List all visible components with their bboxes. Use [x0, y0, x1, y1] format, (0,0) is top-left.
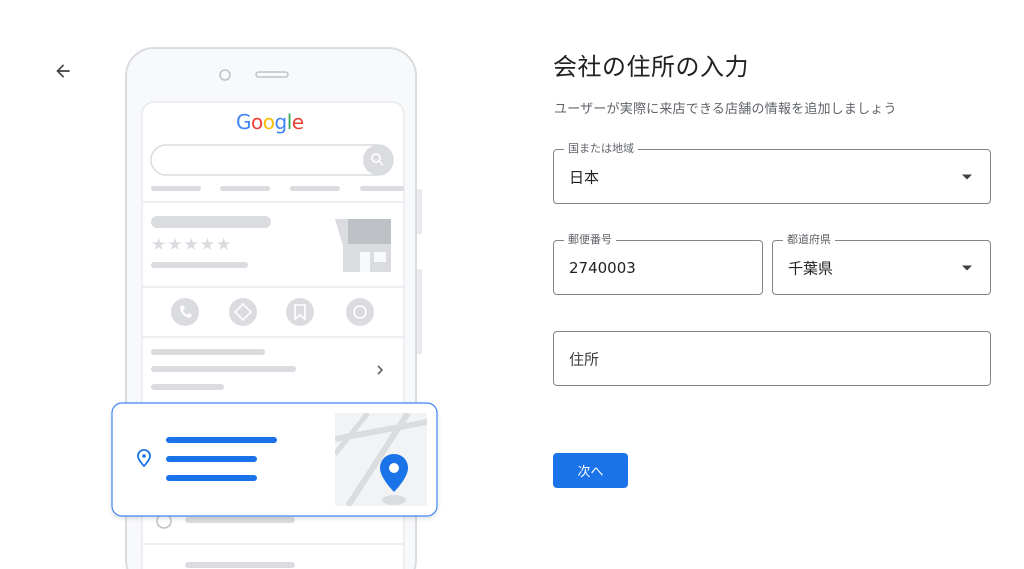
country-label: 国または地域	[564, 142, 638, 156]
storefront-icon	[335, 219, 391, 272]
prefecture-label: 都道府県	[783, 233, 835, 247]
bookmark-icon	[286, 298, 314, 326]
search-bar	[150, 144, 394, 176]
arrow-back-icon	[56, 64, 70, 78]
phone-illustration: Google ★★★★★	[108, 44, 443, 569]
country-value: 日本	[569, 168, 600, 186]
map-thumbnail	[335, 413, 427, 506]
google-logo: Google	[236, 110, 304, 134]
directions-icon	[229, 298, 257, 326]
prefecture-value: 千葉県	[788, 259, 834, 277]
page-subtitle: ユーザーが実際に来店できる店舗の情報を追加しましょう	[554, 102, 897, 117]
globe-icon	[346, 298, 374, 326]
address-placeholder: 住所	[569, 350, 600, 368]
postal-code-label: 郵便番号	[564, 233, 616, 247]
postal-code-field[interactable]: 郵便番号 2740003	[553, 233, 763, 295]
next-button[interactable]: 次へ	[553, 453, 628, 488]
phone-icon	[171, 298, 199, 326]
page-title: 会社の住所の入力	[553, 53, 749, 81]
back-button[interactable]	[50, 58, 76, 84]
country-select[interactable]: 国または地域 日本	[553, 142, 991, 204]
dropdown-arrow-icon	[962, 265, 972, 270]
postal-code-value: 2740003	[569, 258, 636, 277]
prefecture-select[interactable]: 都道府県 千葉県	[772, 233, 991, 295]
rating-stars: ★★★★★	[151, 235, 233, 255]
address-field[interactable]: 住所	[553, 331, 991, 386]
business-address-page: Google ★★★★★ 会社の住所の入力 ユーザーが実際に来店できる店舗の情報…	[0, 0, 1024, 569]
dropdown-arrow-icon	[962, 174, 972, 179]
